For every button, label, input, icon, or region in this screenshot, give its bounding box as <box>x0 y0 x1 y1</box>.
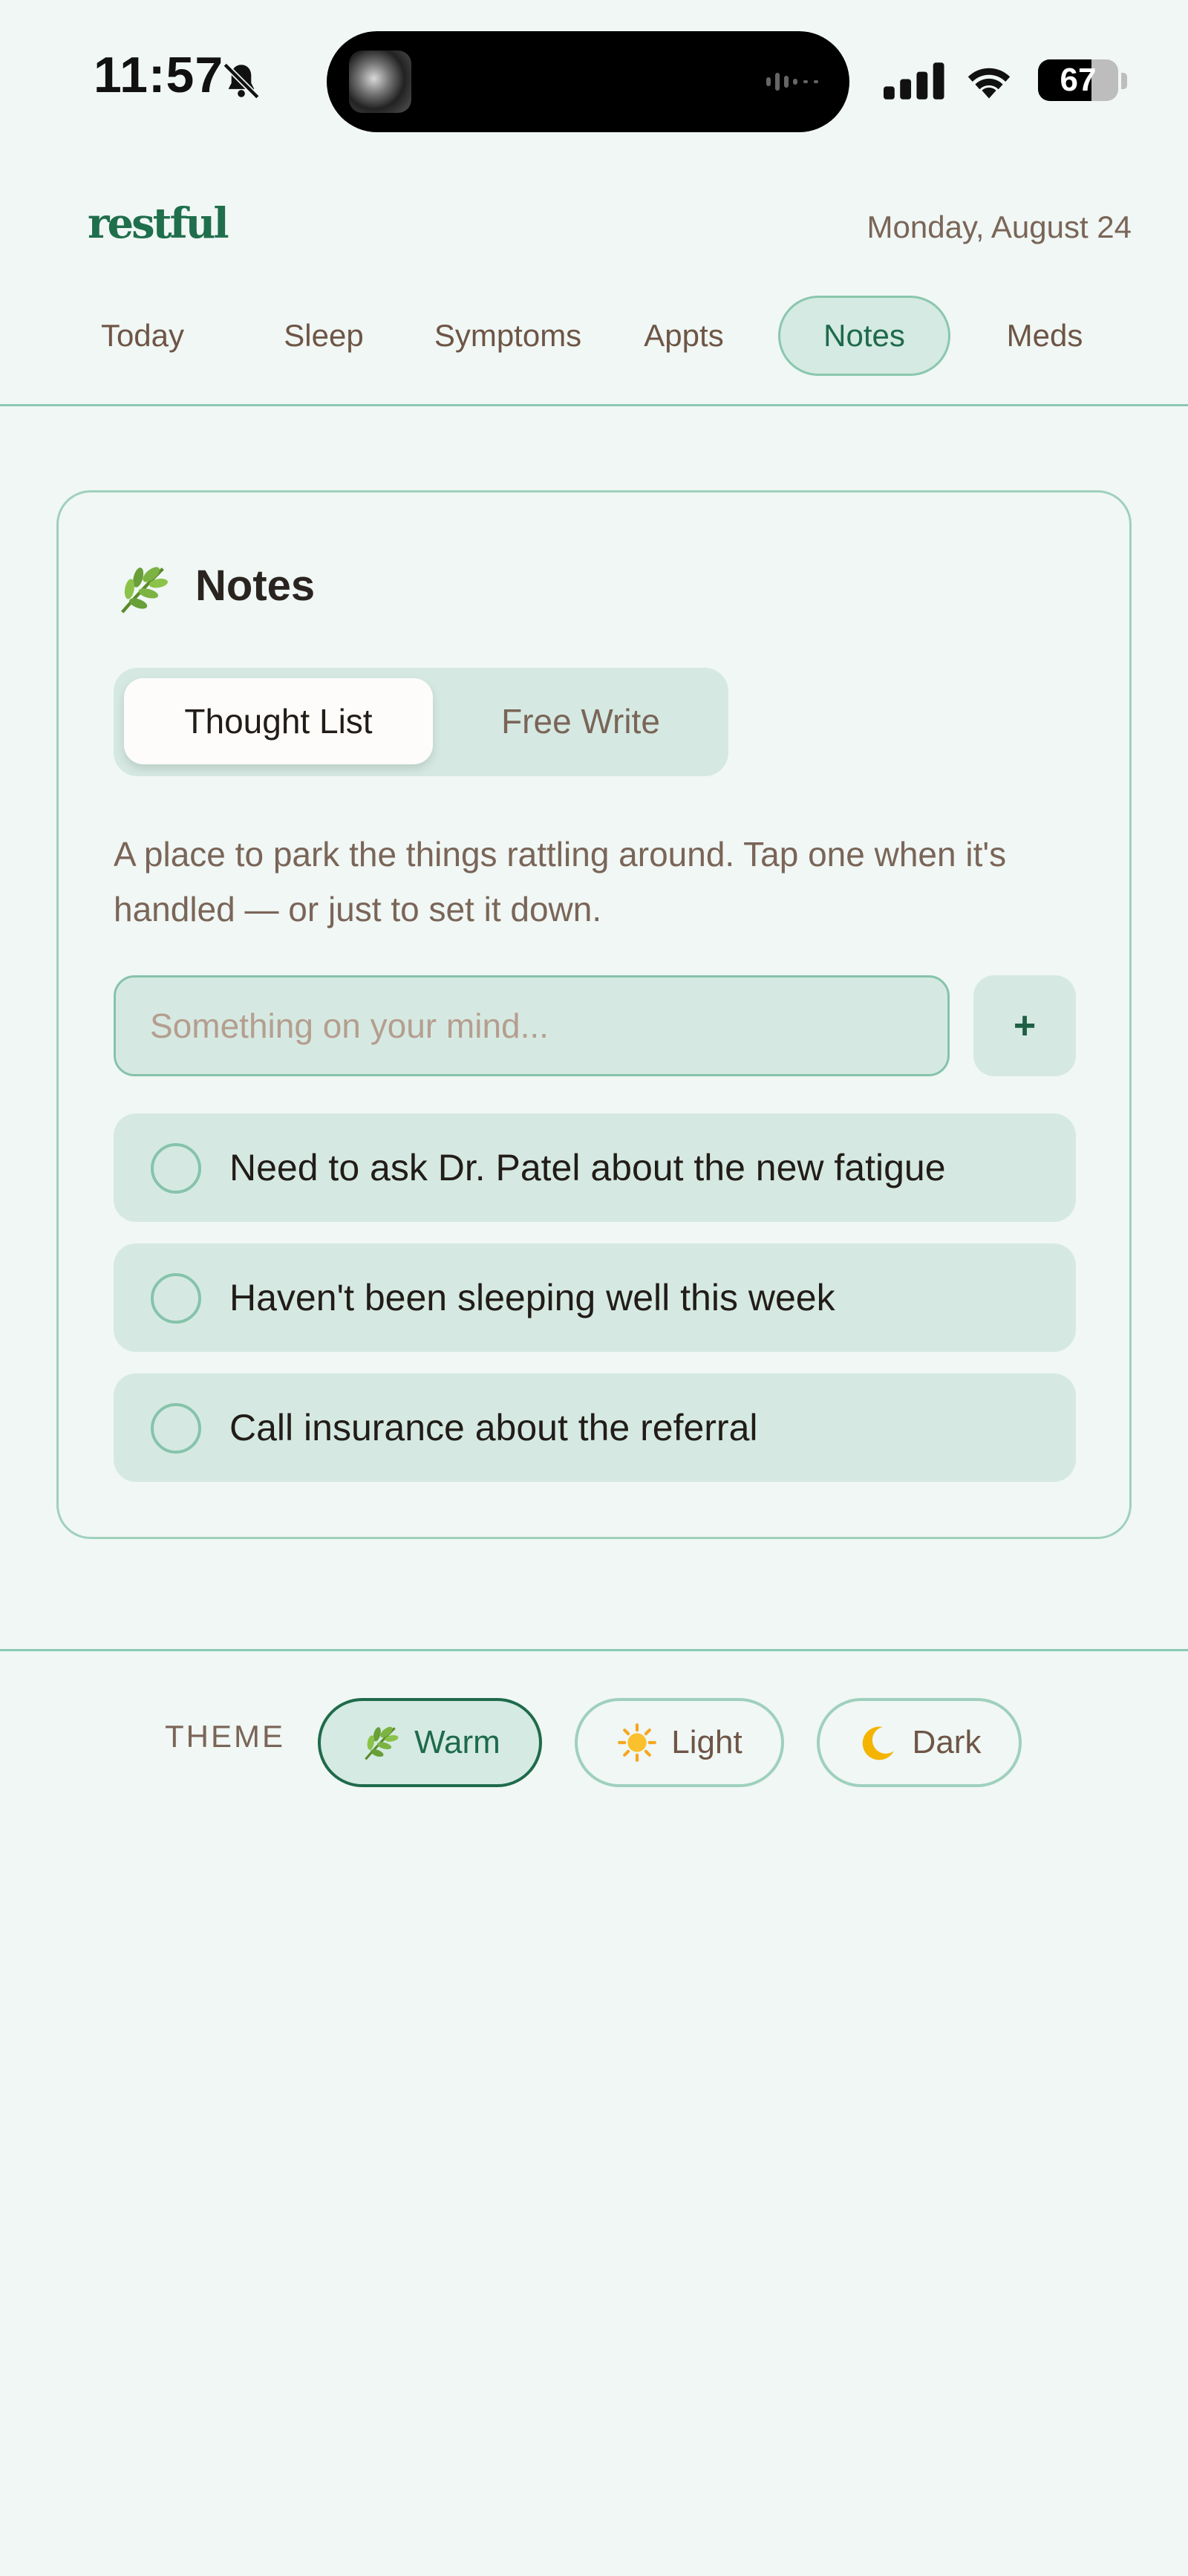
card-title: Notes <box>195 562 316 610</box>
battery-icon: 67 <box>1038 59 1118 101</box>
mode-switcher: Thought List Free Write <box>114 668 728 776</box>
app-logo[interactable]: restful <box>88 199 229 248</box>
dynamic-island[interactable] <box>327 31 849 132</box>
thought-text: Need to ask Dr. Patel about the new fati… <box>229 1147 946 1188</box>
current-date: Monday, August 24 <box>866 209 1132 244</box>
thought-checkbox[interactable] <box>151 1403 201 1454</box>
tab-sleep[interactable]: Sleep <box>255 296 392 376</box>
wifi-icon <box>967 68 1011 99</box>
herb-icon <box>121 567 168 614</box>
theme-dark-button[interactable]: Dark <box>817 1698 1022 1787</box>
theme-warm-label: Warm <box>414 1724 500 1760</box>
bell-slash-icon <box>223 62 260 100</box>
theme-light-button[interactable]: Light <box>575 1698 784 1787</box>
nav-tabs: Today Sleep Symptoms Appts Notes Meds <box>0 294 1188 376</box>
audio-waveform-icon <box>766 73 818 91</box>
nav-divider <box>0 404 1188 406</box>
theme-divider <box>0 1649 1188 1651</box>
theme-dark-label: Dark <box>912 1724 982 1760</box>
thought-item[interactable]: Need to ask Dr. Patel about the new fati… <box>114 1113 1076 1222</box>
thought-checkbox[interactable] <box>151 1273 201 1324</box>
status-bar: 11:57 67 <box>0 0 1188 156</box>
tab-today[interactable]: Today <box>74 296 211 376</box>
status-time: 11:57 <box>94 47 224 103</box>
battery-percentage: 67 <box>1060 62 1097 98</box>
notes-description: A place to park the things rattling arou… <box>114 835 1007 928</box>
thought-input[interactable] <box>114 975 950 1076</box>
tab-symptoms[interactable]: Symptoms <box>422 296 594 376</box>
cellular-signal-icon <box>884 62 944 100</box>
thought-item[interactable]: Haven't been sleeping well this week <box>114 1243 1076 1352</box>
thought-checkbox[interactable] <box>151 1143 201 1194</box>
notes-card: Notes Thought List Free Write A place to… <box>56 490 1132 1539</box>
herb-icon <box>365 1726 399 1760</box>
theme-warm-button[interactable]: Warm <box>318 1698 542 1787</box>
thought-text: Call insurance about the referral <box>229 1407 758 1448</box>
mode-free-write[interactable]: Free Write <box>433 678 728 764</box>
now-playing-artwork[interactable] <box>349 51 411 113</box>
crescent-moon-icon <box>862 1726 894 1760</box>
theme-label: THEME <box>165 1719 285 1754</box>
battery-cap <box>1121 73 1127 89</box>
mode-thought-list[interactable]: Thought List <box>124 678 433 764</box>
tab-notes[interactable]: Notes <box>778 296 950 376</box>
sun-icon <box>618 1723 657 1762</box>
thought-text: Haven't been sleeping well this week <box>229 1277 835 1318</box>
thought-item[interactable]: Call insurance about the referral <box>114 1373 1076 1482</box>
theme-light-label: Light <box>671 1724 742 1760</box>
add-thought-button[interactable]: + <box>973 975 1076 1076</box>
tab-meds[interactable]: Meds <box>982 296 1108 376</box>
tab-appts[interactable]: Appts <box>621 296 747 376</box>
